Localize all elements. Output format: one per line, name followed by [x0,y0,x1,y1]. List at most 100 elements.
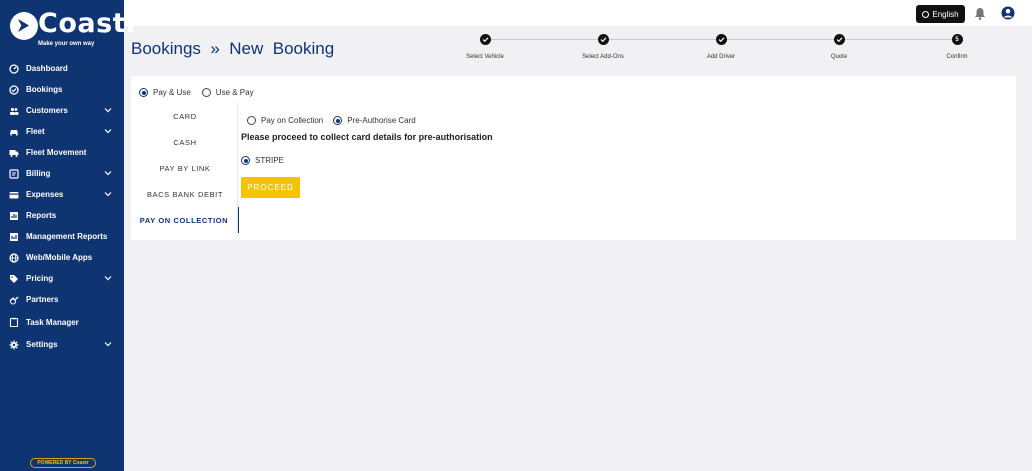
pricing-tag-icon [9,274,19,284]
bookings-icon [9,84,19,95]
chevron-down-icon[interactable] [104,340,112,348]
language-button[interactable]: English [916,5,965,23]
sidebar-item-task-manager[interactable]: Task Manager [0,310,124,334]
step-add-driver[interactable]: Add Driver [681,34,761,60]
sidebar-item-label: Task Manager [26,317,79,327]
radio-selected-icon [241,156,250,165]
sidebar-item-bookings[interactable]: Bookings [0,79,124,100]
pay-and-use-radio[interactable]: Pay & Use [139,88,191,97]
page-title: Bookings » New Booking [131,39,335,58]
fleet-icon [9,127,19,137]
tab-card[interactable]: CARD [131,103,239,129]
payment-card: Pay & Use Use & Pay CARD CASH PAY BY LIN… [131,76,1016,240]
sidebar-item-label: Management Reports [26,232,108,241]
radio-label: Use & Pay [215,88,254,97]
radio-unselected-icon [201,88,211,97]
sidebar-item-label: Dashboard [26,64,68,73]
brand-tagline: Make your own way [38,41,95,47]
step-number: 5 [951,34,963,45]
top-bar: English [124,0,1032,26]
check-icon [597,34,609,45]
chevron-down-icon[interactable] [104,169,112,177]
task-manager-icon [9,317,19,327]
sidebar-item-pricing[interactable]: Pricing [0,268,124,289]
chevron-down-icon[interactable] [104,274,112,282]
sidebar-item-label: Expenses [26,190,64,199]
step-select-vehicle[interactable]: Select Vehicle [445,34,525,60]
sidebar-item-label: Web/Mobile Apps [26,253,93,262]
collection-option-group: Pay on Collection Pre-Authorise Card [247,116,941,125]
sidebar-item-management-reports[interactable]: Management Reports [0,226,124,247]
payment-method-tabs: CARD CASH PAY BY LINK BACS BANK DEBIT PA… [131,103,239,233]
language-circle-icon [922,10,930,18]
sidebar-item-partners[interactable]: Partners [0,289,124,310]
sidebar-item-settings[interactable]: Settings [0,334,124,355]
step-label: Select Vehicle [466,54,504,60]
tab-pay-by-link[interactable]: PAY BY LINK [131,155,239,181]
dashboard-icon [9,63,19,74]
sidebar-item-customers[interactable]: Customers [0,100,124,121]
pay-on-collection-radio[interactable]: Pay on Collection [247,116,323,125]
sidebar-item-label: Fleet [26,127,45,136]
sidebar-item-label: Pricing [26,274,54,283]
reports-icon [9,211,19,221]
bell-icon[interactable] [974,7,986,20]
expenses-icon [9,190,19,200]
radio-label: STRIPE [255,156,284,165]
gear-icon [9,340,19,350]
radio-selected-icon [333,116,343,125]
step-label: Confirm [946,54,968,60]
tab-cash[interactable]: CASH [131,129,239,155]
sidebar-item-fleet-movement[interactable]: Fleet Movement [0,142,124,163]
sidebar-item-label: Customers [26,106,68,115]
proceed-button[interactable]: PROCEED [241,177,300,198]
radio-label: Pay on Collection [261,116,324,125]
step-label: Quote [830,54,848,60]
radio-unselected-icon [247,116,256,125]
tab-pay-on-collection[interactable]: PAY ON COLLECTION [131,207,239,233]
sidebar-item-web-mobile-apps[interactable]: Web/Mobile Apps [0,247,124,268]
step-quote[interactable]: Quote [799,34,879,60]
sidebar-item-label: Fleet Movement [26,148,87,157]
check-icon [715,34,727,45]
pre-authorise-card-radio[interactable]: Pre-Authorise Card [333,116,416,125]
tabs-divider [237,103,238,233]
sidebar-nav: Dashboard Bookings Customers Fleet Fleet… [0,58,124,355]
powered-by-badge[interactable]: POWERED BY Coastr [30,458,96,468]
check-icon [479,34,491,45]
step-select-add-ons[interactable]: Select Add-Ons [563,34,643,60]
customers-icon [9,106,19,116]
sidebar-item-label: Partners [26,295,59,304]
management-reports-icon [9,232,19,242]
sidebar-item-label: Bookings [26,85,63,94]
sidebar: Coastr Make your own way Dashboard Booki… [0,0,139,471]
step-label: Add Driver [706,54,736,60]
payment-mode-group: Pay & Use Use & Pay [139,88,254,97]
sidebar-item-expenses[interactable]: Expenses [0,184,124,205]
chevron-down-icon[interactable] [104,127,112,135]
chevron-down-icon[interactable] [104,190,112,198]
sidebar-item-billing[interactable]: Billing [0,163,124,184]
step-label: Select Add-Ons [582,54,624,60]
pre-authorisation-heading: Please proceed to collect card details f… [241,132,493,142]
sidebar-item-label: Reports [26,211,57,220]
fleet-movement-icon [9,148,19,158]
radio-label: Pre-Authorise Card [347,116,416,125]
gateway-row: STRIPE [241,152,941,170]
check-icon [833,34,845,45]
user-avatar-icon[interactable] [1001,6,1015,20]
radio-label: Pay & Use [153,88,191,97]
stripe-radio[interactable]: STRIPE [241,156,284,165]
sidebar-item-fleet[interactable]: Fleet [0,121,124,142]
chevron-down-icon[interactable] [104,106,112,114]
sidebar-item-dashboard[interactable]: Dashboard [0,58,124,79]
brand-logo[interactable]: Coastr Make your own way [10,8,139,52]
step-confirm[interactable]: 5 Confirm [917,34,997,60]
partners-icon [9,295,19,305]
use-and-pay-radio[interactable]: Use & Pay [201,88,254,97]
tab-bacs-bank-debit[interactable]: BACS BANK DEBIT [131,181,239,207]
sidebar-item-reports[interactable]: Reports [0,205,124,226]
language-label: English [932,9,959,19]
booking-stepper: Select Vehicle Select Add-Ons Add Driver… [466,34,968,64]
billing-icon [9,168,19,179]
